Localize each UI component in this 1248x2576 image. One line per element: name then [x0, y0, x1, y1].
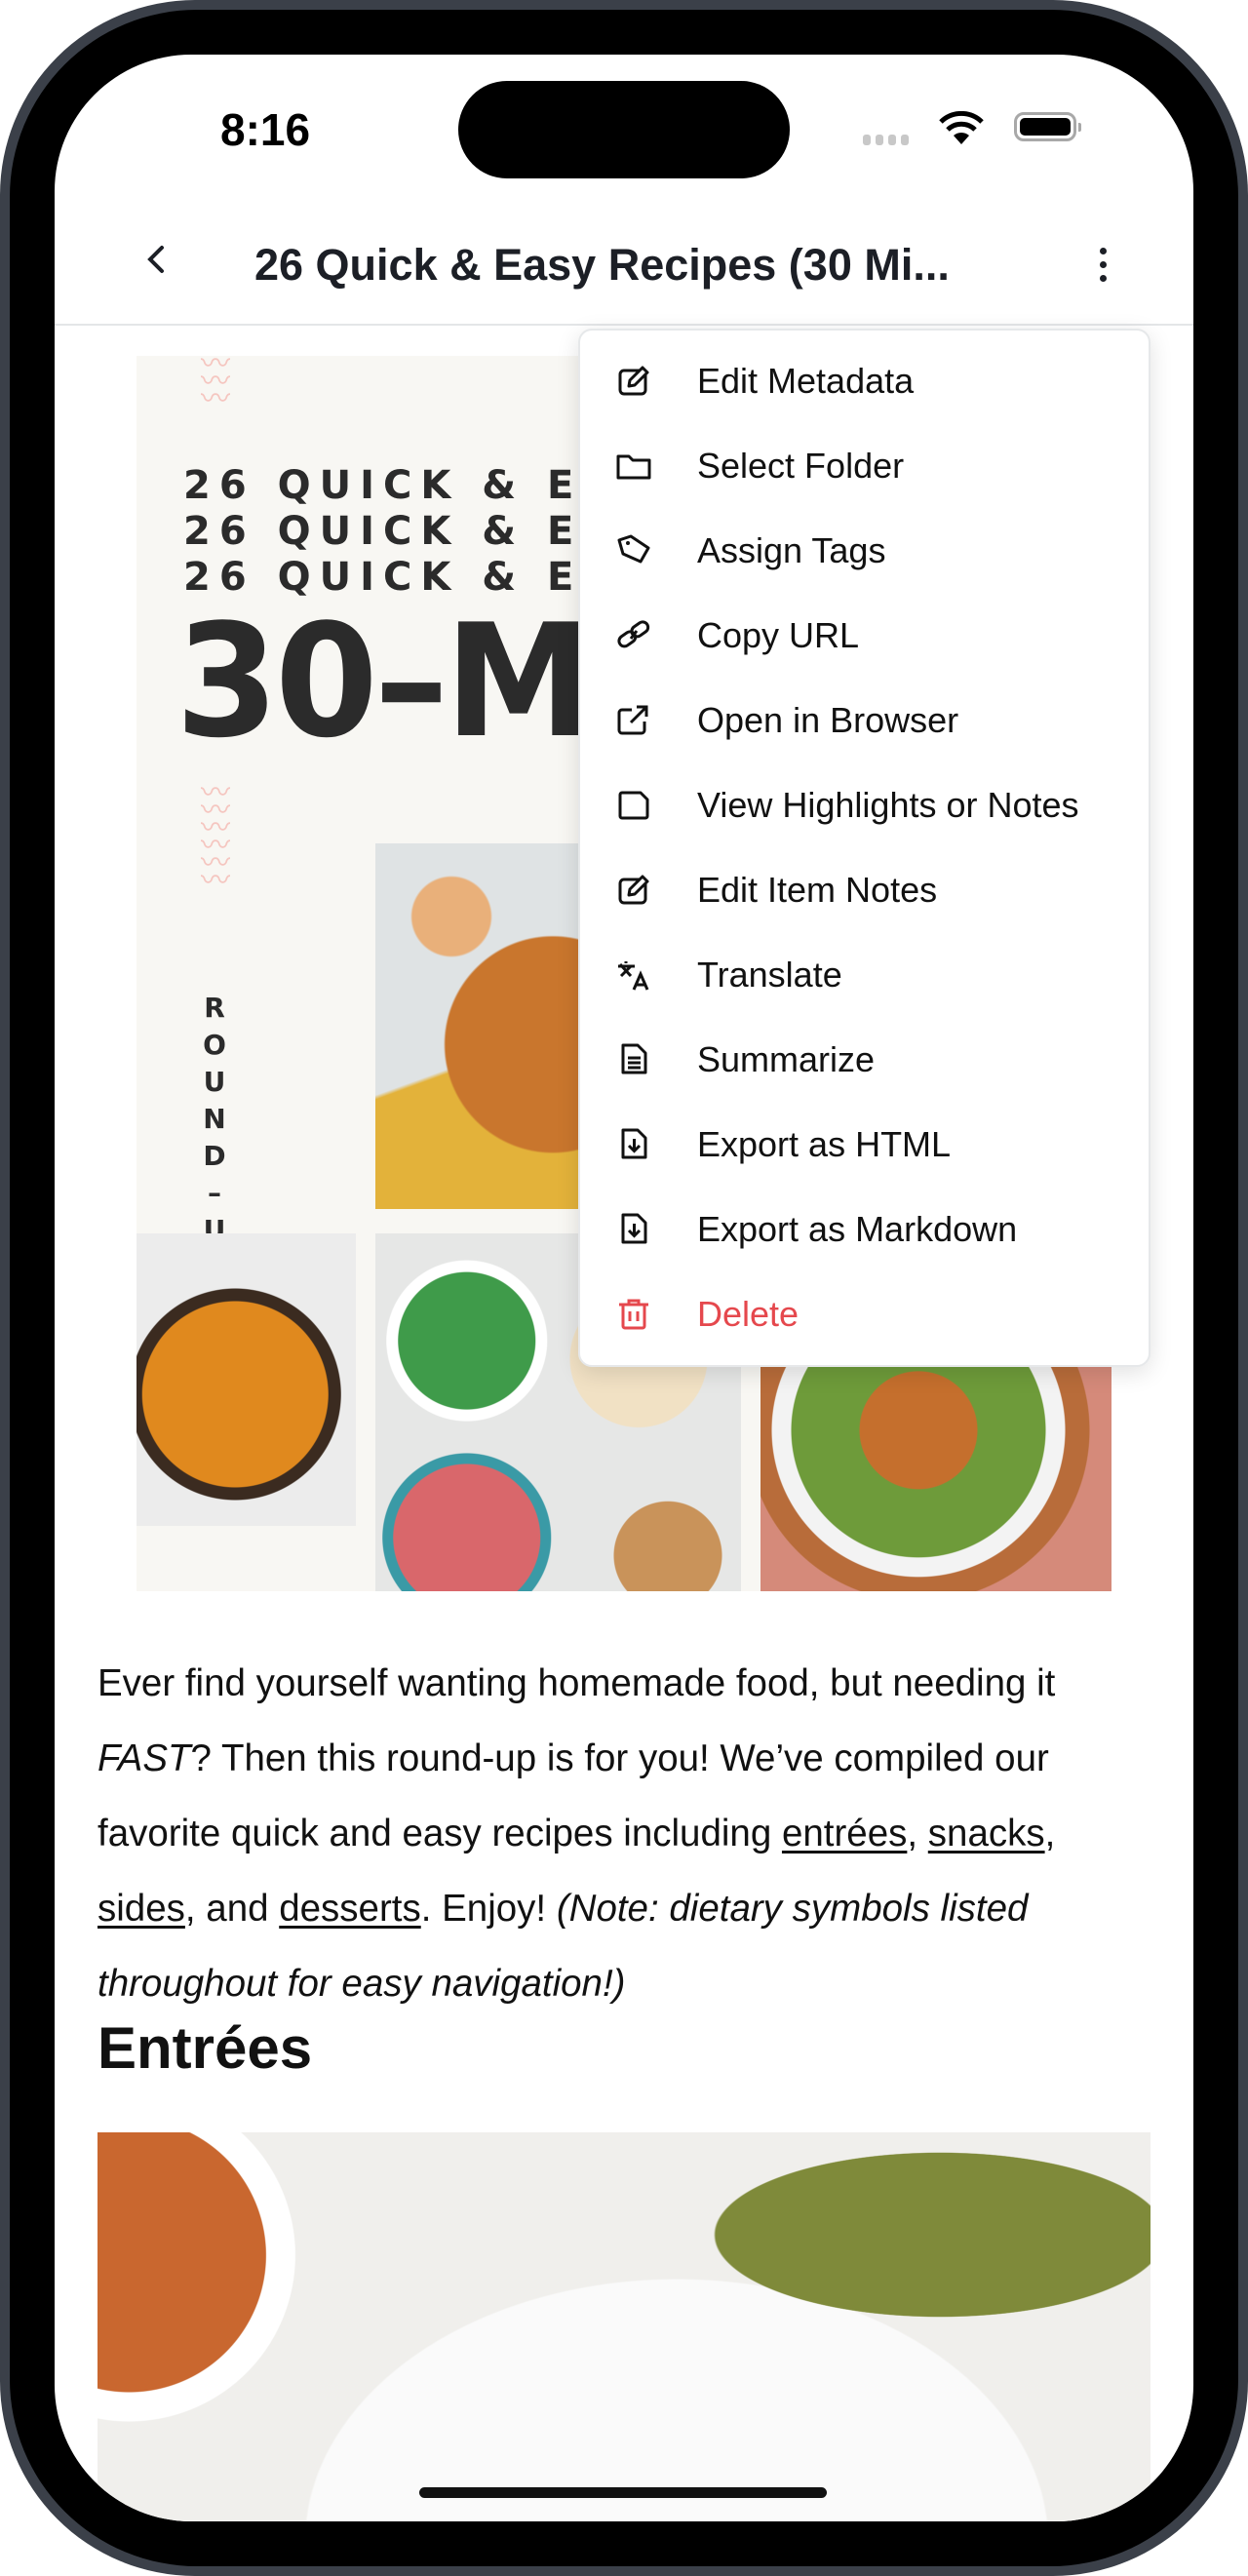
- status-time: 8:16: [220, 104, 311, 155]
- menu-item-open-in-browser[interactable]: Open in Browser: [580, 678, 1149, 762]
- screen: 8:16 26 Quick & Easy Recipes (30 Mi... 〰…: [55, 55, 1193, 2521]
- menu-item-export-as-html[interactable]: Export as HTML: [580, 1102, 1149, 1187]
- menu-item-edit-metadata[interactable]: Edit Metadata: [580, 338, 1149, 423]
- tag-icon: [617, 534, 650, 563]
- more-menu-button[interactable]: [1088, 240, 1117, 289]
- translate-icon: [618, 960, 649, 991]
- trash-icon: [619, 1299, 648, 1329]
- menu-item-assign-tags[interactable]: Assign Tags: [580, 508, 1149, 593]
- file-text-icon: [621, 1043, 647, 1073]
- battery-icon: [1014, 112, 1081, 141]
- menu-item-copy-url[interactable]: Copy URL: [580, 593, 1149, 678]
- menu-item-label: Edit Metadata: [697, 360, 915, 401]
- nav-bar: 26 Quick & Easy Recipes (30 Mi...: [55, 211, 1193, 326]
- menu-item-label: View Highlights or Notes: [697, 784, 1079, 825]
- link-icon: [617, 619, 650, 647]
- menu-item-export-as-markdown[interactable]: Export as Markdown: [580, 1187, 1149, 1271]
- menu-item-label: Export as Markdown: [697, 1208, 1018, 1249]
- menu-item-label: Copy URL: [697, 614, 860, 655]
- wave-decoration: 〰〰〰〰〰〰: [201, 777, 230, 897]
- article-paragraph: Ever find yourself wanting homemade food…: [98, 1662, 1056, 2005]
- note-icon: [618, 791, 649, 819]
- menu-item-label: Open in Browser: [697, 699, 959, 740]
- wifi-icon: [939, 111, 984, 144]
- chevron-left-icon: [147, 246, 164, 273]
- menu-item-label: Translate: [697, 954, 842, 995]
- menu-item-translate[interactable]: Translate: [580, 932, 1149, 1017]
- file-download-icon: [621, 1213, 647, 1243]
- link-desserts[interactable]: desserts: [279, 1888, 421, 1930]
- folder-icon: [616, 454, 651, 479]
- menu-item-label: Assign Tags: [697, 529, 886, 570]
- edit-icon: [618, 875, 649, 904]
- home-indicator[interactable]: [419, 2487, 827, 2498]
- section-heading: Entrées: [98, 2015, 313, 2081]
- file-download-icon: [621, 1128, 647, 1158]
- menu-item-select-folder[interactable]: Select Folder: [580, 423, 1149, 508]
- wave-decoration: 〰〰〰: [201, 356, 230, 415]
- link-snacks[interactable]: snacks: [928, 1813, 1045, 1854]
- external-link-icon: [617, 705, 648, 734]
- menu-item-label: Delete: [697, 1293, 800, 1334]
- signal-icon: [863, 135, 909, 145]
- back-button[interactable]: [144, 240, 168, 290]
- dynamic-island: [458, 81, 790, 178]
- menu-item-summarize[interactable]: Summarize: [580, 1017, 1149, 1102]
- menu-item-label: Summarize: [697, 1038, 876, 1079]
- context-menu: Edit Metadata Select Folder Assign Tags Cop…: [578, 329, 1150, 1367]
- link-entrees[interactable]: entrées: [782, 1813, 907, 1854]
- link-sides[interactable]: sides: [98, 1888, 185, 1930]
- page-title: 26 Quick & Easy Recipes (30 Mi...: [254, 240, 950, 290]
- entrees-image: [98, 2132, 1150, 2521]
- edit-icon: [618, 366, 649, 395]
- menu-item-view-highlights-or-notes[interactable]: View Highlights or Notes: [580, 762, 1149, 847]
- menu-item-label: Edit Item Notes: [697, 869, 938, 910]
- menu-item-delete[interactable]: Delete: [580, 1271, 1149, 1356]
- menu-item-label: Export as HTML: [697, 1123, 952, 1164]
- menu-item-label: Select Folder: [697, 445, 905, 486]
- photo-curry: [136, 1233, 356, 1526]
- menu-item-edit-item-notes[interactable]: Edit Item Notes: [580, 847, 1149, 932]
